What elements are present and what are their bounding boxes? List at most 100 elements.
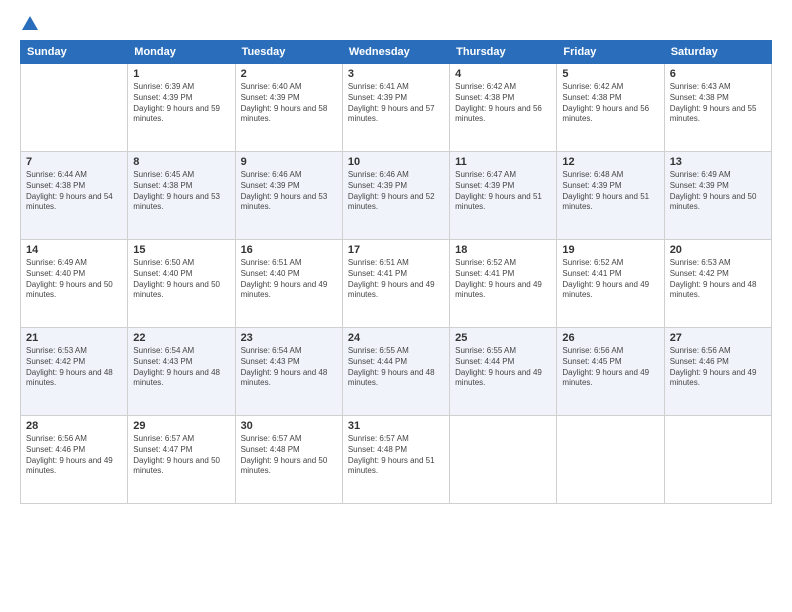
calendar-cell: 28 Sunrise: 6:56 AMSunset: 4:46 PMDayligh… xyxy=(21,416,128,504)
day-number: 1 xyxy=(133,68,229,80)
day-number: 8 xyxy=(133,156,229,168)
calendar-cell: 22Sunrise: 6:54 AMSunset: 4:43 PMDayligh… xyxy=(128,328,235,416)
weekday-monday: Monday xyxy=(128,41,235,64)
cell-info: Sunrise: 6:57 AMSunset: 4:47 PMDaylight:… xyxy=(133,434,229,477)
weekday-saturday: Saturday xyxy=(664,41,771,64)
day-number: 18 xyxy=(455,244,551,256)
cell-info: Sunrise: 6:48 AMSunset: 4:39 PMDaylight:… xyxy=(562,170,658,213)
cell-info: Sunrise: 6:56 AMSunset: 4:45 PMDaylight:… xyxy=(562,346,658,389)
day-number: 10 xyxy=(348,156,444,168)
calendar-cell: 30Sunrise: 6:57 AMSunset: 4:48 PMDayligh… xyxy=(235,416,342,504)
calendar-cell: 24 Sunrise: 6:55 AMSunset: 4:44 PMDayligh… xyxy=(342,328,449,416)
calendar-cell: 1 Sunrise: 6:39 AMSunset: 4:39 PMDaylight… xyxy=(128,64,235,152)
calendar-cell: 16 Sunrise: 6:51 AMSunset: 4:40 PMDayligh… xyxy=(235,240,342,328)
cell-info: Sunrise: 6:42 AMSunset: 4:38 PMDaylight:… xyxy=(455,82,551,125)
weekday-sunday: Sunday xyxy=(21,41,128,64)
day-number: 25 xyxy=(455,332,551,344)
calendar-cell: 27 Sunrise: 6:56 AMSunset: 4:46 PMDayligh… xyxy=(664,328,771,416)
calendar-cell: 29 Sunrise: 6:57 AMSunset: 4:47 PMDayligh… xyxy=(128,416,235,504)
week-row-3: 14Sunrise: 6:49 AMSunset: 4:40 PMDayligh… xyxy=(21,240,772,328)
weekday-wednesday: Wednesday xyxy=(342,41,449,64)
week-row-1: 1 Sunrise: 6:39 AMSunset: 4:39 PMDaylight… xyxy=(21,64,772,152)
calendar-cell: 11 Sunrise: 6:47 AMSunset: 4:39 PMDayligh… xyxy=(450,152,557,240)
day-number: 11 xyxy=(455,156,551,168)
cell-info: Sunrise: 6:51 AMSunset: 4:40 PMDaylight:… xyxy=(241,258,337,301)
calendar-cell xyxy=(450,416,557,504)
cell-info: Sunrise: 6:52 AMSunset: 4:41 PMDaylight:… xyxy=(562,258,658,301)
day-number: 21 xyxy=(26,332,122,344)
day-number: 2 xyxy=(241,68,337,80)
day-number: 16 xyxy=(241,244,337,256)
day-number: 12 xyxy=(562,156,658,168)
cell-info: Sunrise: 6:53 AMSunset: 4:42 PMDaylight:… xyxy=(670,258,766,301)
cell-info: Sunrise: 6:55 AMSunset: 4:44 PMDaylight:… xyxy=(455,346,551,389)
calendar-cell: 6 Sunrise: 6:43 AMSunset: 4:38 PMDaylight… xyxy=(664,64,771,152)
day-number: 28 xyxy=(26,420,122,432)
week-row-5: 28 Sunrise: 6:56 AMSunset: 4:46 PMDayligh… xyxy=(21,416,772,504)
cell-info: Sunrise: 6:50 AMSunset: 4:40 PMDaylight:… xyxy=(133,258,229,301)
cell-info: Sunrise: 6:55 AMSunset: 4:44 PMDaylight:… xyxy=(348,346,444,389)
calendar-cell: 2 Sunrise: 6:40 AMSunset: 4:39 PMDaylight… xyxy=(235,64,342,152)
day-number: 26 xyxy=(562,332,658,344)
page: SundayMondayTuesdayWednesdayThursdayFrid… xyxy=(0,0,792,612)
calendar-cell: 21 Sunrise: 6:53 AMSunset: 4:42 PMDayligh… xyxy=(21,328,128,416)
logo-icon xyxy=(22,16,38,30)
cell-info: Sunrise: 6:52 AMSunset: 4:41 PMDaylight:… xyxy=(455,258,551,301)
calendar-cell: 26 Sunrise: 6:56 AMSunset: 4:45 PMDayligh… xyxy=(557,328,664,416)
day-number: 9 xyxy=(241,156,337,168)
cell-info: Sunrise: 6:47 AMSunset: 4:39 PMDaylight:… xyxy=(455,170,551,213)
cell-info: Sunrise: 6:39 AMSunset: 4:39 PMDaylight:… xyxy=(133,82,229,125)
cell-info: Sunrise: 6:46 AMSunset: 4:39 PMDaylight:… xyxy=(241,170,337,213)
calendar-cell: 8 Sunrise: 6:45 AMSunset: 4:38 PMDaylight… xyxy=(128,152,235,240)
cell-info: Sunrise: 6:51 AMSunset: 4:41 PMDaylight:… xyxy=(348,258,444,301)
day-number: 4 xyxy=(455,68,551,80)
day-number: 13 xyxy=(670,156,766,168)
cell-info: Sunrise: 6:54 AMSunset: 4:43 PMDaylight:… xyxy=(241,346,337,389)
calendar-cell: 9 Sunrise: 6:46 AMSunset: 4:39 PMDaylight… xyxy=(235,152,342,240)
cell-info: Sunrise: 6:56 AMSunset: 4:46 PMDaylight:… xyxy=(670,346,766,389)
day-number: 24 xyxy=(348,332,444,344)
logo xyxy=(20,16,38,32)
calendar-cell: 31Sunrise: 6:57 AMSunset: 4:48 PMDayligh… xyxy=(342,416,449,504)
cell-info: Sunrise: 6:56 AMSunset: 4:46 PMDaylight:… xyxy=(26,434,122,477)
calendar-cell: 20 Sunrise: 6:53 AMSunset: 4:42 PMDayligh… xyxy=(664,240,771,328)
calendar-table: SundayMondayTuesdayWednesdayThursdayFrid… xyxy=(20,40,772,504)
header xyxy=(20,16,772,32)
calendar-cell xyxy=(664,416,771,504)
calendar-cell: 7Sunrise: 6:44 AMSunset: 4:38 PMDaylight… xyxy=(21,152,128,240)
cell-info: Sunrise: 6:49 AMSunset: 4:40 PMDaylight:… xyxy=(26,258,122,301)
day-number: 29 xyxy=(133,420,229,432)
day-number: 6 xyxy=(670,68,766,80)
day-number: 27 xyxy=(670,332,766,344)
calendar-cell: 17 Sunrise: 6:51 AMSunset: 4:41 PMDayligh… xyxy=(342,240,449,328)
cell-info: Sunrise: 6:40 AMSunset: 4:39 PMDaylight:… xyxy=(241,82,337,125)
calendar-cell: 25 Sunrise: 6:55 AMSunset: 4:44 PMDayligh… xyxy=(450,328,557,416)
calendar-cell xyxy=(21,64,128,152)
cell-info: Sunrise: 6:45 AMSunset: 4:38 PMDaylight:… xyxy=(133,170,229,213)
calendar-cell: 3Sunrise: 6:41 AMSunset: 4:39 PMDaylight… xyxy=(342,64,449,152)
weekday-header-row: SundayMondayTuesdayWednesdayThursdayFrid… xyxy=(21,41,772,64)
calendar-cell: 15 Sunrise: 6:50 AMSunset: 4:40 PMDayligh… xyxy=(128,240,235,328)
week-row-4: 21 Sunrise: 6:53 AMSunset: 4:42 PMDayligh… xyxy=(21,328,772,416)
cell-info: Sunrise: 6:54 AMSunset: 4:43 PMDaylight:… xyxy=(133,346,229,389)
calendar-cell: 4 Sunrise: 6:42 AMSunset: 4:38 PMDaylight… xyxy=(450,64,557,152)
cell-info: Sunrise: 6:44 AMSunset: 4:38 PMDaylight:… xyxy=(26,170,122,213)
calendar-cell: 19Sunrise: 6:52 AMSunset: 4:41 PMDayligh… xyxy=(557,240,664,328)
calendar-cell: 14Sunrise: 6:49 AMSunset: 4:40 PMDayligh… xyxy=(21,240,128,328)
day-number: 23 xyxy=(241,332,337,344)
day-number: 31 xyxy=(348,420,444,432)
weekday-thursday: Thursday xyxy=(450,41,557,64)
weekday-friday: Friday xyxy=(557,41,664,64)
calendar-cell: 5 Sunrise: 6:42 AMSunset: 4:38 PMDaylight… xyxy=(557,64,664,152)
cell-info: Sunrise: 6:42 AMSunset: 4:38 PMDaylight:… xyxy=(562,82,658,125)
cell-info: Sunrise: 6:53 AMSunset: 4:42 PMDaylight:… xyxy=(26,346,122,389)
cell-info: Sunrise: 6:43 AMSunset: 4:38 PMDaylight:… xyxy=(670,82,766,125)
day-number: 15 xyxy=(133,244,229,256)
week-row-2: 7Sunrise: 6:44 AMSunset: 4:38 PMDaylight… xyxy=(21,152,772,240)
day-number: 5 xyxy=(562,68,658,80)
cell-info: Sunrise: 6:57 AMSunset: 4:48 PMDaylight:… xyxy=(241,434,337,477)
cell-info: Sunrise: 6:49 AMSunset: 4:39 PMDaylight:… xyxy=(670,170,766,213)
calendar-cell: 12 Sunrise: 6:48 AMSunset: 4:39 PMDayligh… xyxy=(557,152,664,240)
day-number: 20 xyxy=(670,244,766,256)
day-number: 17 xyxy=(348,244,444,256)
